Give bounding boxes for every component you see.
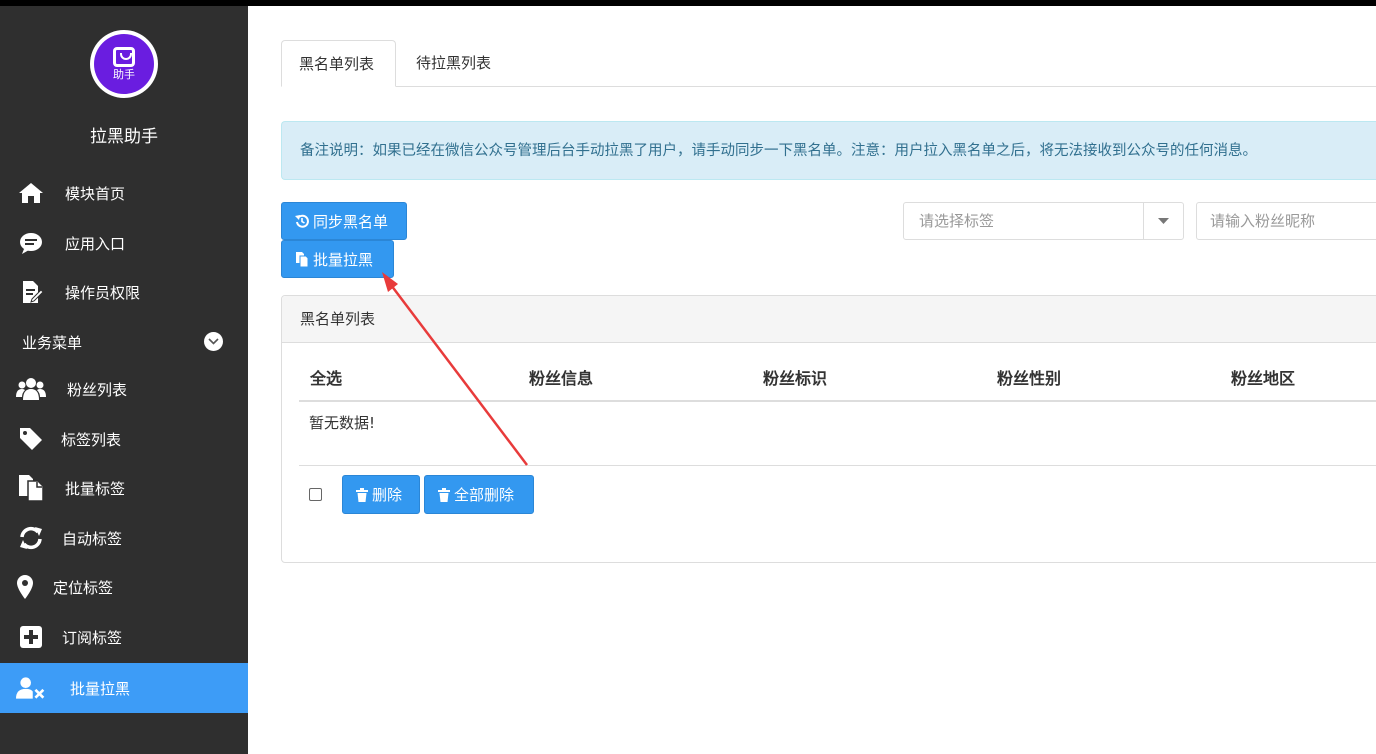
delete-label: 删除 xyxy=(372,486,403,504)
tag-select[interactable]: 请选择标签 xyxy=(903,202,1184,240)
refresh-icon xyxy=(16,523,46,553)
sync-blacklist-button[interactable]: 同步黑名单 xyxy=(281,202,407,240)
sidebar-item-auto-tag[interactable]: 自动标签 xyxy=(0,513,248,563)
sidebar-item-subscribe-tag[interactable]: 订阅标签 xyxy=(0,612,248,662)
fan-nickname-search-input[interactable] xyxy=(1196,202,1376,240)
trash-icon xyxy=(438,487,450,502)
delete-all-label: 全部删除 xyxy=(454,486,515,504)
copy-icon xyxy=(16,473,46,503)
table-header: 全选 粉丝信息 粉丝标识 粉丝性别 粉丝地区 xyxy=(299,357,1376,402)
users-icon xyxy=(16,374,46,404)
notice-alert: 备注说明：如果已经在微信公众号管理后台手动拉黑了用户，请手动同步一下黑名单。注意… xyxy=(281,121,1376,180)
tab-pending-blacklist[interactable]: 待拉黑列表 xyxy=(399,40,508,87)
edit-document-icon xyxy=(16,277,46,307)
blacklist-panel: 黑名单列表 全选 粉丝信息 粉丝标识 粉丝性别 粉丝地区 暂无数据! 删除 全部… xyxy=(281,295,1376,563)
sidebar-item-app-entry[interactable]: 应用入口 xyxy=(0,218,248,268)
tag-select-placeholder: 请选择标签 xyxy=(919,212,995,230)
sidebar-item-location-tag[interactable]: 定位标签 xyxy=(0,562,248,612)
tab-blacklist[interactable]: 黑名单列表 xyxy=(281,40,396,87)
empty-state-text: 暂无数据! xyxy=(309,414,376,432)
delete-all-button[interactable]: 全部删除 xyxy=(424,475,534,514)
sidebar: 助手 拉黑助手 模块首页 应用入口 操作员权限 业务菜单 粉丝列表 标签列表 批… xyxy=(0,6,248,754)
section-business-menu[interactable]: 业务菜单 xyxy=(22,332,82,353)
sidebar-item-label: 模块首页 xyxy=(65,184,126,203)
app-title: 拉黑助手 xyxy=(90,127,158,147)
home-icon xyxy=(16,178,46,208)
caret-down-icon[interactable] xyxy=(1143,203,1183,239)
sidebar-item-label: 粉丝列表 xyxy=(67,380,128,399)
sidebar-item-label: 应用入口 xyxy=(65,234,126,253)
column-fan-region: 粉丝地区 xyxy=(1231,369,1296,388)
logo-text: 助手 xyxy=(113,68,135,81)
sidebar-item-operator-permissions[interactable]: 操作员权限 xyxy=(0,267,248,317)
sidebar-item-fans-list[interactable]: 粉丝列表 xyxy=(0,364,248,414)
column-fan-id: 粉丝标识 xyxy=(763,369,828,388)
map-marker-icon xyxy=(10,572,40,602)
sidebar-item-home[interactable]: 模块首页 xyxy=(0,168,248,218)
sidebar-item-label: 定位标签 xyxy=(53,578,114,597)
tag-icon xyxy=(16,424,46,454)
delete-button[interactable]: 删除 xyxy=(342,475,420,514)
sidebar-item-batch-block[interactable]: 批量拉黑 xyxy=(0,663,248,713)
batch-block-button[interactable]: 批量拉黑 xyxy=(281,240,394,278)
sidebar-item-batch-tag[interactable]: 批量标签 xyxy=(0,463,248,513)
sidebar-item-tag-list[interactable]: 标签列表 xyxy=(0,414,248,464)
column-fan-info: 粉丝信息 xyxy=(529,369,594,388)
user-remove-icon xyxy=(16,673,46,703)
sidebar-item-label: 订阅标签 xyxy=(62,628,123,647)
column-fan-gender: 粉丝性别 xyxy=(997,369,1062,388)
tab-bar: 黑名单列表 待拉黑列表 xyxy=(281,40,1376,87)
sidebar-item-label: 标签列表 xyxy=(61,430,122,449)
sidebar-item-label: 批量拉黑 xyxy=(70,679,131,698)
comment-icon xyxy=(16,228,46,258)
history-icon xyxy=(295,214,309,228)
sidebar-item-label: 自动标签 xyxy=(62,529,123,548)
sidebar-item-label: 批量标签 xyxy=(65,479,126,498)
copy-icon xyxy=(295,251,309,267)
sidebar-item-label: 操作员权限 xyxy=(65,283,141,302)
batch-block-label: 批量拉黑 xyxy=(313,250,374,269)
trash-icon xyxy=(356,487,368,502)
plus-square-icon xyxy=(16,622,46,652)
column-select-all[interactable]: 全选 xyxy=(310,357,342,401)
panel-title: 黑名单列表 xyxy=(282,296,1376,343)
shopping-bag-icon xyxy=(113,47,135,67)
chevron-down-icon[interactable] xyxy=(204,332,223,351)
select-all-checkbox[interactable] xyxy=(309,488,322,501)
logo-badge: 助手 xyxy=(94,34,154,94)
sync-blacklist-label: 同步黑名单 xyxy=(313,212,389,231)
app-logo: 助手 xyxy=(90,30,158,98)
divider xyxy=(299,465,1376,466)
